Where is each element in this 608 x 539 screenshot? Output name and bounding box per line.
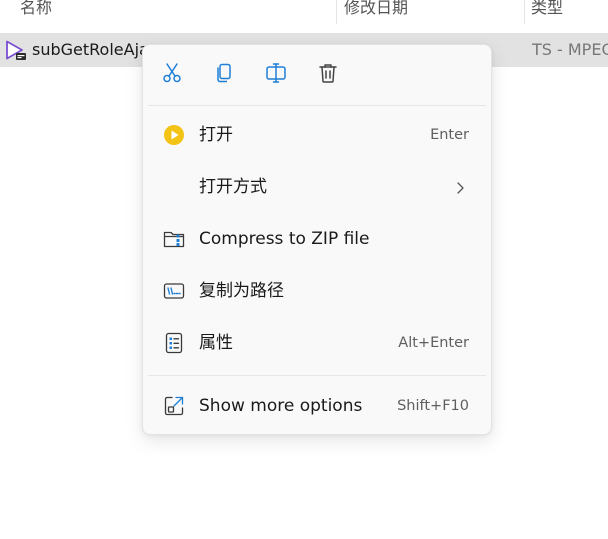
cut-icon (161, 62, 183, 88)
quick-actions-bar (143, 45, 491, 105)
menu-item-shortcut: Enter (430, 127, 469, 143)
menu-item-compress-zip[interactable]: Compress to ZIP file (147, 215, 487, 263)
column-header-type[interactable]: 类型 (531, 0, 563, 24)
video-file-icon (5, 40, 27, 62)
zip-folder-icon (163, 228, 185, 250)
menu-item-properties[interactable]: 属性 Alt+Enter (147, 319, 487, 367)
properties-icon (163, 332, 185, 354)
play-icon (163, 124, 185, 146)
menu-item-label: 打开方式 (199, 177, 267, 197)
context-menu: 打开 Enter 打开方式 Compress to ZIP file 复制为路径… (142, 44, 492, 435)
column-separator[interactable] (336, 0, 337, 24)
file-name[interactable]: subGetRoleAja (32, 33, 149, 67)
column-header-date-modified[interactable]: 修改日期 (344, 0, 408, 24)
menu-divider (148, 375, 486, 376)
more-options-icon (163, 395, 185, 417)
explorer-window: 名称 修改日期 类型 subGetRoleAja TS - MPEG 打开 En… (0, 0, 608, 539)
column-header-row: 名称 修改日期 类型 (0, 0, 608, 24)
rename-button[interactable] (261, 60, 291, 90)
delete-button[interactable] (313, 60, 343, 90)
menu-item-open[interactable]: 打开 Enter (147, 111, 487, 159)
file-type: TS - MPEG (532, 40, 608, 59)
menu-item-copy-as-path[interactable]: 复制为路径 (147, 267, 487, 315)
menu-item-open-with[interactable]: 打开方式 (147, 163, 487, 211)
menu-divider (148, 105, 486, 106)
column-separator[interactable] (524, 0, 525, 24)
rename-icon (265, 62, 287, 88)
menu-item-show-more-options[interactable]: Show more options Shift+F10 (147, 382, 487, 430)
menu-item-label: 属性 (199, 333, 233, 353)
copy-button[interactable] (209, 60, 239, 90)
menu-item-label: Compress to ZIP file (199, 229, 370, 249)
menu-item-label: 复制为路径 (199, 281, 284, 301)
chevron-right-icon (453, 180, 467, 194)
menu-item-shortcut: Alt+Enter (398, 335, 469, 351)
column-header-name[interactable]: 名称 (20, 0, 52, 24)
menu-item-shortcut: Shift+F10 (397, 398, 469, 414)
cut-button[interactable] (157, 60, 187, 90)
copy-path-icon (163, 280, 185, 302)
delete-icon (317, 62, 339, 88)
menu-item-label: Show more options (199, 396, 363, 416)
copy-icon (213, 62, 235, 88)
menu-item-label: 打开 (199, 125, 233, 145)
